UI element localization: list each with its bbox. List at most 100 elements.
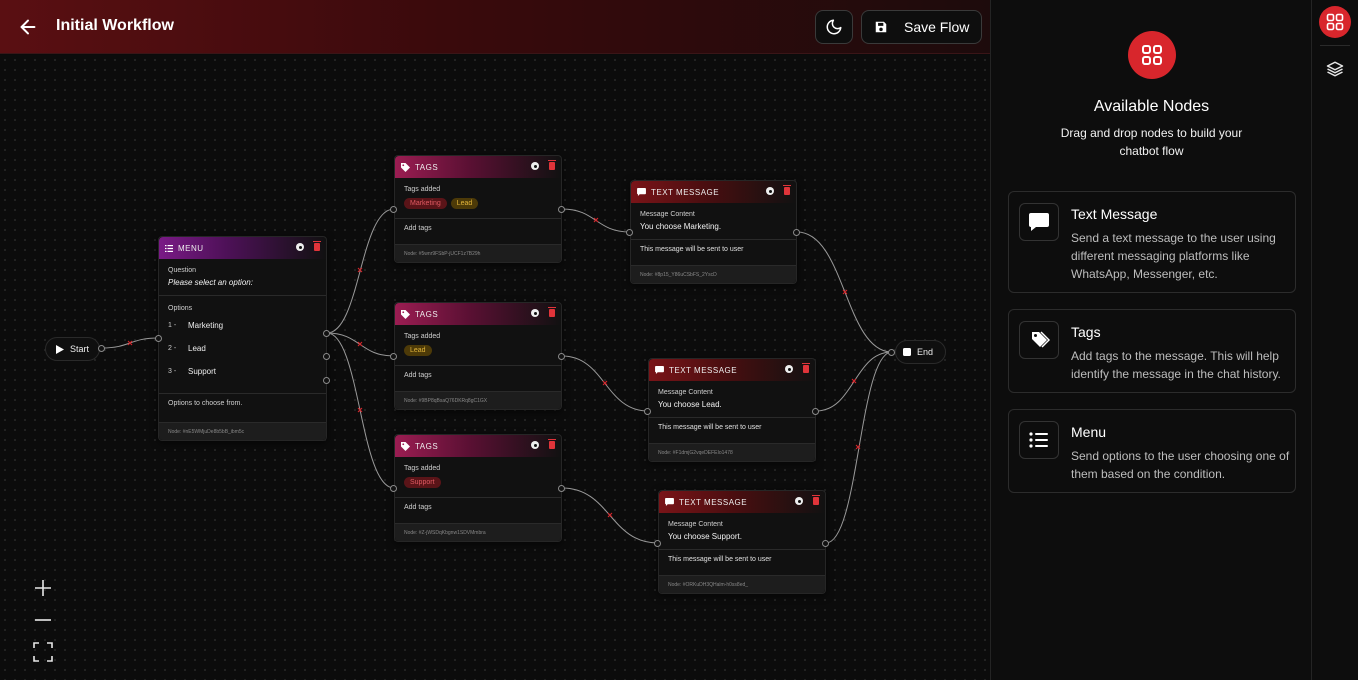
tags-added-label: Tags added bbox=[404, 333, 441, 340]
start-node[interactable]: Start bbox=[45, 337, 101, 361]
text-node-type: TEXT MESSAGE bbox=[651, 187, 720, 197]
option-label: Lead bbox=[188, 344, 206, 353]
trash-icon[interactable] bbox=[548, 439, 556, 449]
node-id: Node: #5wnr9FSbP-jUCF1z7B29h bbox=[395, 244, 561, 262]
option-output-handle[interactable] bbox=[323, 330, 330, 337]
tags-added-label: Tags added bbox=[404, 186, 441, 193]
fit-view-button[interactable] bbox=[30, 639, 56, 665]
text-output-handle[interactable] bbox=[822, 540, 829, 547]
settings-icon[interactable] bbox=[296, 243, 304, 251]
settings-icon[interactable] bbox=[531, 441, 539, 449]
nodes-tab-button[interactable] bbox=[1319, 6, 1351, 38]
option-number: 3 - bbox=[168, 368, 177, 375]
settings-icon[interactable] bbox=[766, 187, 774, 195]
option-label: Support bbox=[188, 367, 217, 376]
play-icon bbox=[56, 344, 64, 354]
trash-icon[interactable] bbox=[783, 185, 791, 195]
node-card-menu[interactable]: Menu Send options to the user choosing o… bbox=[1008, 409, 1296, 493]
card-title: Menu bbox=[1071, 424, 1107, 440]
tag-chip: Lead bbox=[450, 198, 479, 209]
start-output-handle[interactable] bbox=[98, 345, 105, 352]
card-description: Add tags to the message. This will help … bbox=[1071, 349, 1281, 381]
settings-icon[interactable] bbox=[795, 497, 803, 505]
trash-icon[interactable] bbox=[548, 307, 556, 317]
menu-option: 3 - Support bbox=[168, 360, 317, 383]
card-description: Send options to the user choosing one of… bbox=[1071, 449, 1290, 481]
tag-icon bbox=[401, 309, 410, 319]
text-message-node[interactable]: TEXT MESSAGE Message Content You choose … bbox=[648, 358, 816, 462]
menu-footer-note: Options to choose from. bbox=[168, 400, 243, 407]
message-content: You choose Marketing. bbox=[640, 222, 722, 231]
tags-node-type: TAGS bbox=[415, 162, 439, 172]
message-note: This message will be sent to user bbox=[668, 556, 772, 563]
end-label: End bbox=[917, 347, 934, 357]
settings-icon[interactable] bbox=[531, 162, 539, 170]
text-output-handle[interactable] bbox=[793, 229, 800, 236]
node-id: Node: #Z-jWSDqKbgnw1SDVMmbra bbox=[395, 523, 561, 541]
trash-icon[interactable] bbox=[313, 241, 321, 251]
settings-icon[interactable] bbox=[785, 365, 793, 373]
panel-subtitle: Drag and drop nodes to build your chatbo… bbox=[1060, 126, 1243, 158]
option-output-handle[interactable] bbox=[323, 377, 330, 384]
trash-icon[interactable] bbox=[548, 160, 556, 170]
text-message-node[interactable]: TEXT MESSAGE Message Content You choose … bbox=[630, 180, 797, 284]
text-message-node[interactable]: TEXT MESSAGE Message Content You choose … bbox=[658, 490, 826, 594]
option-output-handle[interactable] bbox=[323, 353, 330, 360]
menu-input-handle[interactable] bbox=[155, 335, 162, 342]
tags-input-handle[interactable] bbox=[390, 353, 397, 360]
tags-node-header: TAGS bbox=[395, 156, 561, 178]
tags-node-type: TAGS bbox=[415, 441, 439, 451]
add-tags-label[interactable]: Add tags bbox=[404, 372, 552, 379]
zoom-in-button[interactable] bbox=[30, 575, 56, 601]
layers-tab-button[interactable] bbox=[1324, 58, 1346, 80]
add-tags-label[interactable]: Add tags bbox=[404, 504, 552, 511]
tags-input-handle[interactable] bbox=[390, 485, 397, 492]
tags-node[interactable]: TAGS Tags added Support Add tags Node: #… bbox=[394, 434, 562, 542]
add-tags-label[interactable]: Add tags bbox=[404, 225, 552, 232]
text-output-handle[interactable] bbox=[812, 408, 819, 415]
text-input-handle[interactable] bbox=[626, 229, 633, 236]
message-note: This message will be sent to user bbox=[640, 246, 744, 253]
moon-icon bbox=[826, 19, 842, 35]
question-label: Question bbox=[168, 267, 197, 274]
tags-node[interactable]: TAGS Tags added Lead Add tags Node: #9BP… bbox=[394, 302, 562, 410]
trash-icon[interactable] bbox=[812, 495, 820, 505]
node-card-tags[interactable]: Tags Add tags to the message. This will … bbox=[1008, 309, 1296, 393]
card-description: Send a text message to the user using di… bbox=[1071, 231, 1276, 281]
tags-output-handle[interactable] bbox=[558, 353, 565, 360]
zoom-out-button[interactable] bbox=[30, 607, 56, 633]
message-content: You choose Lead. bbox=[658, 400, 722, 409]
back-button[interactable] bbox=[14, 13, 42, 41]
side-rail bbox=[1311, 0, 1358, 680]
tags-output-handle[interactable] bbox=[558, 206, 565, 213]
end-input-handle[interactable] bbox=[888, 349, 895, 356]
theme-toggle-button[interactable] bbox=[815, 10, 853, 44]
message-content-label: Message Content bbox=[640, 211, 695, 218]
settings-icon[interactable] bbox=[531, 309, 539, 317]
tags-node-header: TAGS bbox=[395, 303, 561, 325]
message-content-label: Message Content bbox=[668, 521, 723, 528]
tag-chip: Lead bbox=[404, 345, 432, 356]
text-input-handle[interactable] bbox=[654, 540, 661, 547]
node-id: Node: #8p15_Y86uCSbFS_2YscD bbox=[631, 265, 796, 283]
tags-node-header: TAGS bbox=[395, 435, 561, 457]
end-node[interactable]: End bbox=[895, 340, 947, 364]
save-flow-button[interactable]: Save Flow bbox=[861, 10, 982, 44]
menu-node-type: MENU bbox=[178, 243, 204, 253]
flow-canvas[interactable]: Start MENU Question Please select an opt… bbox=[0, 55, 990, 680]
fullscreen-icon bbox=[33, 642, 53, 662]
tags-node[interactable]: TAGS Tags added Marketing Lead Add tags N… bbox=[394, 155, 562, 263]
node-id: Node: #nE5WMjuDe8b5bB_ibm5c bbox=[159, 422, 326, 440]
node-card-text-message[interactable]: Text Message Send a text message to the … bbox=[1008, 191, 1296, 293]
tags-input-handle[interactable] bbox=[390, 206, 397, 213]
message-note: This message will be sent to user bbox=[658, 424, 762, 431]
node-id: Node: #F1dmjG2vqeDEFEIo1478 bbox=[649, 443, 815, 461]
text-node-header: TEXT MESSAGE bbox=[649, 359, 815, 381]
tags-output-handle[interactable] bbox=[558, 485, 565, 492]
trash-icon[interactable] bbox=[802, 363, 810, 373]
options-label: Options bbox=[168, 305, 193, 312]
plus-icon bbox=[35, 580, 51, 596]
menu-node[interactable]: MENU Question Please select an option: O… bbox=[158, 236, 327, 441]
tags-node-type: TAGS bbox=[415, 309, 439, 319]
text-input-handle[interactable] bbox=[644, 408, 651, 415]
